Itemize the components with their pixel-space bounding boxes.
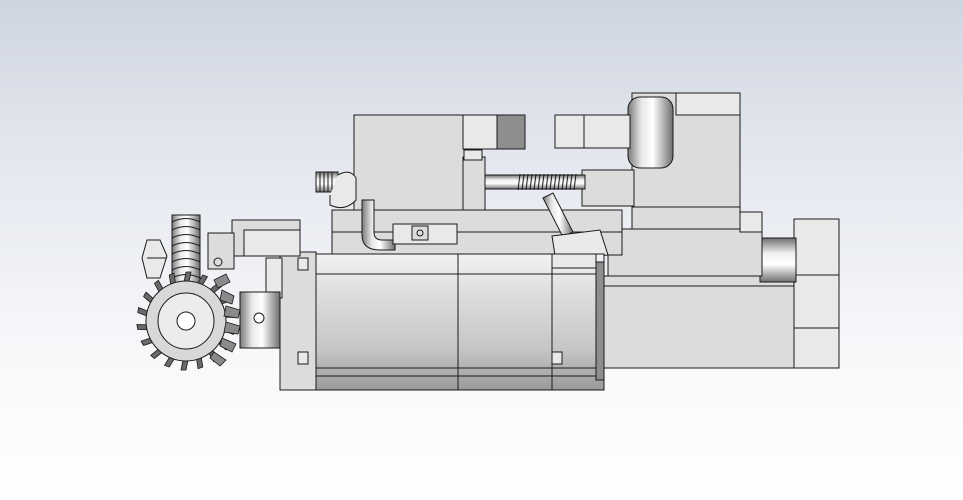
- lower-carriage[interactable]: [599, 275, 797, 369]
- cad-model: [136, 92, 840, 391]
- screw-nut-block[interactable]: [554, 114, 631, 149]
- coupling-disc[interactable]: [627, 96, 674, 169]
- hex-nut[interactable]: [141, 239, 168, 279]
- servo-motor[interactable]: [313, 253, 605, 391]
- cad-viewport[interactable]: [0, 0, 963, 500]
- housing-fitting[interactable]: [392, 223, 458, 245]
- shaft-collar[interactable]: [239, 291, 281, 349]
- bevel-gear[interactable]: [136, 271, 241, 371]
